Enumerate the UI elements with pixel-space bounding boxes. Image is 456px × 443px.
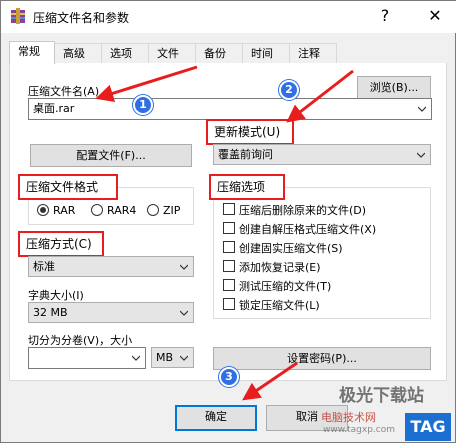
option-test-label: 测试压缩的文件(T)	[239, 280, 332, 293]
option-recovery-checkbox[interactable]	[223, 260, 235, 272]
step-badge-1: 1	[133, 95, 153, 115]
radio-rar[interactable]	[37, 204, 49, 216]
dialog-window: 压缩文件名和参数 ? ✕ 常规 高级 选项 文件 备份 时间 注释 压缩文件名(…	[0, 0, 456, 443]
chevron-down-icon[interactable]	[180, 263, 188, 271]
tab-time[interactable]: 时间	[242, 43, 290, 64]
tab-backup[interactable]: 备份	[195, 43, 243, 64]
method-label: 压缩方式(C)	[18, 231, 104, 257]
browse-button[interactable]: 浏览(B)...	[357, 76, 431, 99]
tab-general[interactable]: 常规	[9, 41, 55, 64]
radio-zip[interactable]	[147, 204, 159, 216]
radio-rar-label: RAR	[53, 204, 76, 217]
watermark-line3: www.tagxp.com	[323, 425, 395, 435]
watermark-logo: TAG	[405, 413, 451, 441]
option-recovery-label: 添加恢复记录(E)	[239, 261, 321, 274]
window-title: 压缩文件名和参数	[33, 11, 130, 25]
method-value: 标准	[33, 260, 55, 273]
archive-name-value: 桌面.rar	[33, 102, 75, 115]
winrar-app-icon	[11, 8, 25, 24]
dict-size-label: 字典大小(I)	[28, 289, 84, 302]
set-password-button[interactable]: 设置密码(P)...	[213, 347, 431, 370]
dict-size-value: 32 MB	[33, 306, 68, 319]
radio-zip-label: ZIP	[163, 204, 181, 217]
split-unit-value: MB	[156, 351, 174, 364]
option-lock-label: 锁定压缩文件(L)	[239, 299, 320, 312]
archive-name-input[interactable]: 桌面.rar	[28, 98, 432, 120]
step-badge-2: 2	[279, 80, 299, 100]
close-button[interactable]: ✕	[421, 5, 449, 27]
profiles-button[interactable]: 配置文件(F)...	[30, 144, 192, 167]
option-sfx-label: 创建自解压格式压缩文件(X)	[239, 223, 377, 236]
help-button[interactable]: ?	[371, 5, 399, 27]
dict-size-select[interactable]: 32 MB	[28, 302, 194, 323]
option-solid-checkbox[interactable]	[223, 241, 235, 253]
chevron-down-icon[interactable]	[132, 354, 140, 362]
split-unit-select[interactable]: MB	[151, 347, 194, 368]
method-select[interactable]: 标准	[28, 256, 194, 277]
update-mode-select[interactable]: 覆盖前询问	[213, 144, 431, 165]
option-test-checkbox[interactable]	[223, 279, 235, 291]
archive-name-label: 压缩文件名(A)	[28, 85, 100, 98]
ok-button[interactable]: 确定	[175, 405, 257, 431]
chevron-down-icon[interactable]	[180, 309, 188, 317]
radio-rar4-label: RAR4	[107, 204, 137, 217]
format-group-label: 压缩文件格式	[18, 174, 118, 200]
tab-advanced[interactable]: 高级	[54, 43, 102, 64]
split-volume-label: 切分为分卷(V)，大小	[28, 334, 133, 347]
option-delete-after-checkbox[interactable]	[223, 203, 235, 215]
option-lock-checkbox[interactable]	[223, 298, 235, 310]
title-bar: 压缩文件名和参数 ? ✕	[1, 1, 456, 33]
watermark-line2: 电脑技术网	[321, 411, 376, 424]
split-size-input[interactable]	[28, 347, 146, 369]
chevron-down-icon[interactable]	[417, 151, 425, 159]
chevron-down-icon[interactable]	[418, 105, 426, 113]
update-mode-label: 更新模式(U)	[206, 119, 294, 145]
update-mode-value: 覆盖前询问	[218, 148, 273, 161]
radio-rar4[interactable]	[91, 204, 103, 216]
option-sfx-checkbox[interactable]	[223, 222, 235, 234]
step-badge-3: 3	[219, 367, 239, 387]
tab-comment[interactable]: 注释	[289, 43, 337, 64]
option-solid-label: 创建固实压缩文件(S)	[239, 242, 343, 255]
watermark-line1: 极光下载站	[339, 386, 424, 406]
tab-options[interactable]: 选项	[101, 43, 149, 64]
chevron-down-icon[interactable]	[180, 354, 188, 362]
options-group-label: 压缩选项	[209, 174, 285, 200]
tab-files[interactable]: 文件	[148, 43, 196, 64]
option-delete-after-label: 压缩后删除原来的文件(D)	[239, 204, 367, 217]
